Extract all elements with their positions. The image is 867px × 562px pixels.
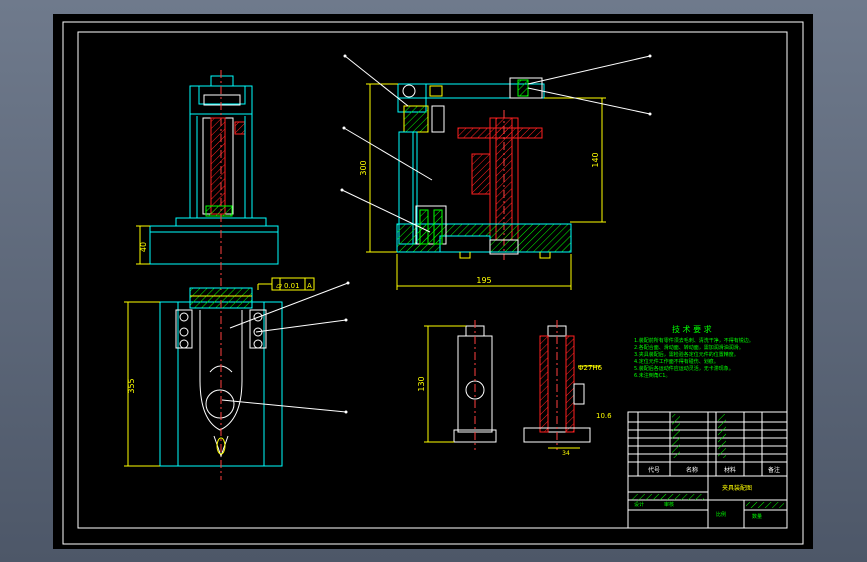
tech-req-line: 6.未注倒角C1。 (634, 372, 670, 379)
tech-req-line: 2.各配合面、滑动面、转动面，需加润滑油润滑。 (634, 344, 744, 351)
dim-top-left-height: 40 (139, 242, 148, 252)
bush-front-view: 130 (417, 320, 497, 450)
tech-req-line: 3.夹具装配后，需检验各定位元件的位置精度。 (634, 351, 739, 358)
dim-bush-height: 130 (417, 376, 426, 391)
title-block: 代号 名称 材料 备注 夹具装配图 设计 审核 比例 数量 (627, 411, 788, 529)
scale-label: 比例 (716, 511, 726, 518)
dim-bush-base: 34 (562, 450, 570, 457)
tech-req-line: 5.装配后各运动件应运动灵活，无卡滞现象。 (634, 365, 734, 372)
tech-req-line: 4.定位元件工作面不得有碰伤、划痕。 (634, 358, 719, 365)
dim-front-width: 195 (476, 276, 491, 285)
flatness-value: 0.01 (284, 282, 300, 290)
bottom-left-view: ▱ 0.01 A 355 (124, 277, 349, 480)
tech-req-line: 1.装配前所有零件须去毛刺、清洗干净，不得有锐边。 (634, 337, 754, 344)
flatness-datum: A (307, 282, 312, 290)
drawing-name: 夹具装配图 (722, 484, 752, 492)
flatness-symbol: ▱ (276, 281, 283, 290)
header-material: 材料 (724, 466, 736, 474)
designer-label: 设计 (634, 501, 644, 508)
dim-front-height-right: 140 (591, 152, 600, 167)
cad-viewport[interactable]: 40 ▱ 0.01 A 355 300 140 195 130 Φ27H6 10… (53, 14, 813, 549)
header-code: 代号 (648, 466, 660, 474)
top-left-view: 40 (136, 70, 279, 290)
front-section-view: 300 140 195 (341, 55, 651, 290)
dim-bush-step: 10.6 (596, 412, 612, 420)
dim-bush-bore: Φ27H6 (578, 364, 603, 372)
quantity-label: 数量 (752, 513, 762, 520)
cad-drawing: 40 ▱ 0.01 A 355 300 140 195 130 Φ27H6 10… (62, 21, 804, 545)
tech-requirements: 技 术 要 求 1.装配前所有零件须去毛刺、清洗干净，不得有锐边。 2.各配合面… (634, 324, 754, 379)
dim-front-height-left: 300 (359, 160, 368, 175)
header-name: 名称 (686, 466, 698, 474)
checker-label: 审核 (664, 501, 674, 508)
header-remark: 备注 (768, 466, 780, 474)
tech-req-title: 技 术 要 求 (672, 324, 712, 334)
bush-section-view: Φ27H6 10.6 34 (523, 320, 612, 457)
dim-bottom-left-height: 355 (127, 378, 136, 393)
